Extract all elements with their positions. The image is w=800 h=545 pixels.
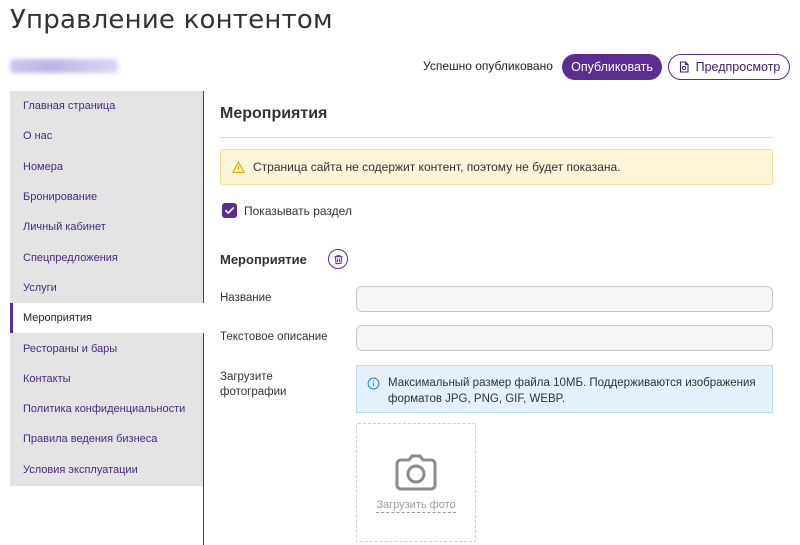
content-panel: Мероприятия Страница сайта не содержит к… <box>204 91 800 545</box>
sidebar-item-rooms[interactable]: Номера <box>10 152 204 182</box>
sidebar-item-restaurants[interactable]: Рестораны и бары <box>10 333 204 363</box>
sidebar-item-events[interactable]: Мероприятия <box>10 303 205 334</box>
event-heading: Мероприятие <box>220 252 307 267</box>
upload-photos-label-line1: Загрузите <box>220 371 273 383</box>
publish-status-text: Успешно опубликовано <box>423 59 553 73</box>
sidebar-item-contacts[interactable]: Контакты <box>10 364 204 394</box>
name-field-label: Название <box>220 292 272 304</box>
sidebar-item-privacy[interactable]: Политика конфиденциальности <box>10 394 204 424</box>
upload-photos-label-line2: фотографии <box>220 386 287 398</box>
sidebar-item-about[interactable]: О нас <box>10 121 204 151</box>
photo-upload-dropzone[interactable]: Загрузить фото <box>356 423 476 542</box>
delete-event-button[interactable] <box>328 249 348 269</box>
warning-banner: Страница сайта не содержит контент, поэт… <box>220 149 773 185</box>
sidebar-item-label: Номера <box>23 160 63 173</box>
show-section-checkbox[interactable] <box>222 203 237 218</box>
sidebar-item-label: Рестораны и бары <box>23 342 118 355</box>
file-info-text-line1: Максимальный размер файла 10МБ. Поддержи… <box>388 377 756 389</box>
show-section-label: Показывать раздел <box>244 203 352 218</box>
sidebar-item-label: Главная страница <box>23 100 116 113</box>
show-section-checkbox-row[interactable]: Показывать раздел <box>222 203 352 218</box>
sidebar-item-home[interactable]: Главная страница <box>10 91 204 121</box>
blurred-site-link[interactable] <box>10 59 118 73</box>
name-input[interactable] <box>356 286 773 312</box>
sidebar-item-label: Политика конфиденциальности <box>23 403 186 416</box>
sidebar-item-booking[interactable]: Бронирование <box>10 182 204 212</box>
preview-button-label: Предпросмотр <box>695 60 781 74</box>
section-title: Мероприятия <box>220 105 328 122</box>
file-info-banner: Максимальный размер файла 10МБ. Поддержи… <box>356 365 773 413</box>
warning-triangle-icon <box>232 161 245 173</box>
sidebar-nav: Главная страница О нас Номера Бронирован… <box>10 91 205 486</box>
upload-photos-label: Загрузите фотографии <box>220 370 286 400</box>
file-info-text: Максимальный размер файла 10МБ. Поддержи… <box>388 375 756 407</box>
check-icon <box>225 207 234 214</box>
trash-icon <box>333 254 343 264</box>
preview-button[interactable]: Предпросмотр <box>668 54 790 80</box>
sidebar-item-label: Условия эксплуатации <box>23 463 138 476</box>
sidebar-item-account[interactable]: Личный кабинет <box>10 212 204 242</box>
sidebar-item-services[interactable]: Услуги <box>10 273 204 303</box>
sidebar-item-label: О нас <box>23 130 53 143</box>
sidebar-item-label: Спецпредложения <box>23 251 118 264</box>
page-title: Управление контентом <box>10 5 333 35</box>
warning-text: Страница сайта не содержит контент, поэт… <box>253 160 621 174</box>
sidebar-item-label: Правила ведения бизнеса <box>23 433 158 446</box>
document-preview-icon <box>679 61 689 73</box>
sidebar-item-label: Бронирование <box>23 191 98 204</box>
file-info-text-line2: форматов JPG, PNG, GIF, WEBP. <box>388 393 566 405</box>
sidebar-item-label: Услуги <box>23 281 57 294</box>
sidebar-item-label: Мероприятия <box>23 312 92 325</box>
description-field-label: Текстовое описание <box>220 331 328 343</box>
upload-photo-label[interactable]: Загрузить фото <box>376 499 456 513</box>
section-divider <box>220 137 773 138</box>
sidebar-item-terms[interactable]: Условия эксплуатации <box>10 455 204 485</box>
sidebar-item-business-rules[interactable]: Правила ведения бизнеса <box>10 424 204 454</box>
camera-icon <box>395 454 437 490</box>
info-circle-icon <box>367 377 380 390</box>
sidebar-item-offers[interactable]: Спецпредложения <box>10 242 204 272</box>
sidebar-item-label: Личный кабинет <box>23 221 106 234</box>
publish-button[interactable]: Опубликовать <box>562 54 662 80</box>
publish-button-label: Опубликовать <box>571 60 653 74</box>
description-input[interactable] <box>356 325 773 351</box>
sidebar-item-label: Контакты <box>23 372 71 385</box>
